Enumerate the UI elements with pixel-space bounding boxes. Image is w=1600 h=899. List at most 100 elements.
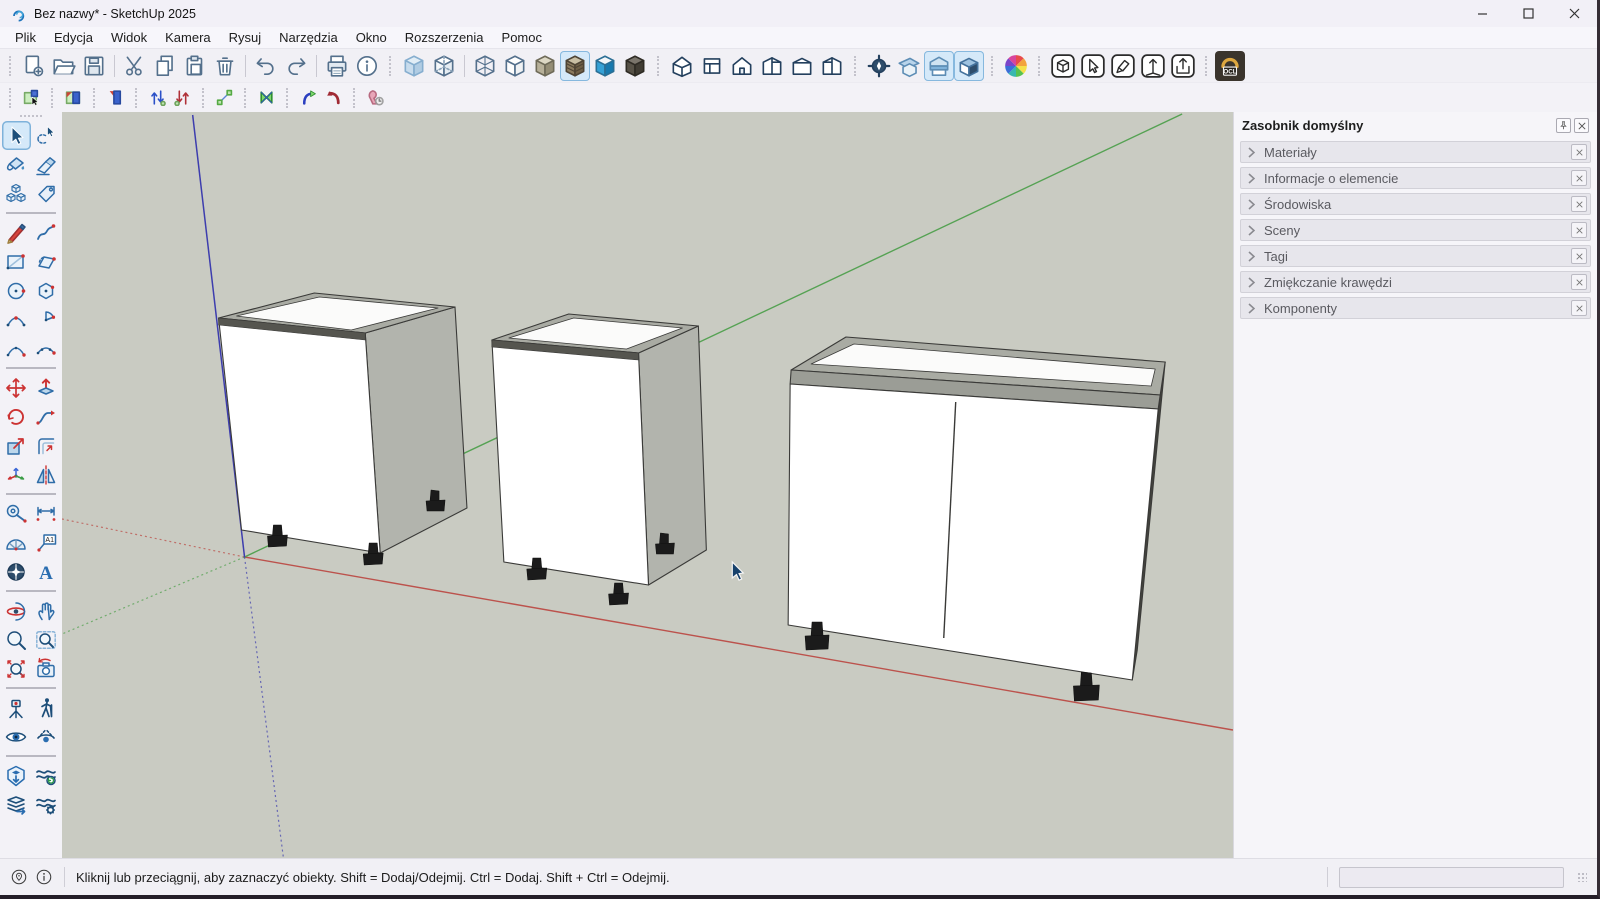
tray-section-srodowiska[interactable]: Środowiska: [1240, 193, 1591, 215]
xray-button[interactable]: [399, 51, 429, 81]
panel-side-button[interactable]: [103, 86, 128, 110]
polygon-tool-button[interactable]: [32, 276, 61, 305]
menu-edycja[interactable]: Edycja: [45, 29, 102, 46]
tray-section-informacje[interactable]: Informacje o elemencie: [1240, 167, 1591, 189]
cabinet-2[interactable]: [492, 314, 706, 605]
wireframe-button[interactable]: [470, 51, 500, 81]
menu-widok[interactable]: Widok: [102, 29, 156, 46]
delete-button[interactable]: [210, 51, 240, 81]
follow-me-tool-button[interactable]: [32, 402, 61, 431]
make-component-tool-button[interactable]: [2, 179, 31, 208]
toolbar-grip[interactable]: [244, 88, 249, 108]
model-info-status-icon[interactable]: [35, 868, 53, 886]
toolbar-grip[interactable]: [51, 88, 56, 108]
look-around-tool-button[interactable]: [2, 722, 31, 751]
move-tool-button[interactable]: [2, 373, 31, 402]
3d-warehouse-tool-button[interactable]: [2, 761, 31, 790]
opencutlist-button[interactable]: OCL: [1215, 51, 1245, 81]
palette-grip[interactable]: [20, 115, 42, 119]
dark-textured-button[interactable]: [620, 51, 650, 81]
tray-section-tagi[interactable]: Tagi: [1240, 245, 1591, 267]
two-point-arc-tool-button[interactable]: [2, 305, 31, 334]
circle-tool-button[interactable]: [2, 276, 31, 305]
toolbar-grip[interactable]: [657, 56, 662, 76]
left-view-button[interactable]: [817, 51, 847, 81]
color-wheel-button[interactable]: [1001, 51, 1031, 81]
open-button[interactable]: [49, 51, 79, 81]
resize-grip[interactable]: [1577, 872, 1587, 882]
toolbar-grip[interactable]: [991, 56, 996, 76]
tray-close-button[interactable]: [1574, 118, 1589, 133]
rotated-rectangle-tool-button[interactable]: [32, 247, 61, 276]
measurements-input[interactable]: [1339, 867, 1564, 888]
toolbar-grip[interactable]: [9, 56, 14, 76]
toolbar-grip[interactable]: [854, 56, 859, 76]
walk-tool-button[interactable]: [32, 693, 61, 722]
scale-tool-button[interactable]: [2, 431, 31, 460]
model-info-button[interactable]: [352, 51, 382, 81]
zoom-tool-button[interactable]: [2, 625, 31, 654]
tray-pin-button[interactable]: [1556, 118, 1571, 133]
toolbar-grip[interactable]: [135, 88, 140, 108]
rectangle-tool-button[interactable]: [2, 247, 31, 276]
new-button[interactable]: [19, 51, 49, 81]
box-edit-button[interactable]: [1048, 51, 1078, 81]
toolbar-grip[interactable]: [202, 88, 207, 108]
toolbar-grip[interactable]: [353, 88, 358, 108]
offset-tool-button[interactable]: [32, 431, 61, 460]
iso-view-button[interactable]: [667, 51, 697, 81]
diagonal-points-button[interactable]: [212, 86, 237, 110]
section-close-button[interactable]: [1571, 196, 1587, 212]
menu-pomoc[interactable]: Pomoc: [493, 29, 551, 46]
shaded-textures-button[interactable]: [560, 51, 590, 81]
top-view-button[interactable]: [697, 51, 727, 81]
viewport[interactable]: [62, 112, 1233, 858]
geolocation-icon[interactable]: [10, 868, 28, 886]
select-arrow-button[interactable]: [1078, 51, 1108, 81]
tray-section-sceny[interactable]: Sceny: [1240, 219, 1591, 241]
monochrome-button[interactable]: [590, 51, 620, 81]
select-tool-button[interactable]: [2, 121, 31, 150]
line-tool-button[interactable]: [2, 218, 31, 247]
section-close-button[interactable]: [1571, 300, 1587, 316]
toolbar-grip[interactable]: [9, 88, 14, 108]
paint-swatch-button[interactable]: [1108, 51, 1138, 81]
undo-button[interactable]: [251, 51, 281, 81]
lasso-tool-button[interactable]: [32, 121, 61, 150]
field-of-view-tool-button[interactable]: [32, 722, 61, 751]
back-edges-button[interactable]: [429, 51, 459, 81]
three-point-arc-tool-button[interactable]: [32, 334, 61, 363]
position-camera-tool-button[interactable]: [2, 693, 31, 722]
axes-star-tool-button[interactable]: [2, 460, 31, 489]
close-button[interactable]: [1551, 0, 1597, 27]
extension-manager-tool-button[interactable]: [32, 790, 61, 819]
paste-button[interactable]: [180, 51, 210, 81]
tray-section-materialy[interactable]: Materiały: [1240, 141, 1591, 163]
toolbar-grip[interactable]: [1038, 56, 1043, 76]
copy-button[interactable]: [150, 51, 180, 81]
maximize-button[interactable]: [1505, 0, 1551, 27]
display-section-cuts-button[interactable]: [954, 51, 984, 81]
curve-blue-button[interactable]: [296, 86, 321, 110]
tag-tool-button[interactable]: [32, 179, 61, 208]
section-close-button[interactable]: [1571, 170, 1587, 186]
zoom-window-tool-button[interactable]: [32, 625, 61, 654]
toolbar-grip[interactable]: [286, 88, 291, 108]
tray-section-komponenty[interactable]: Komponenty: [1240, 297, 1591, 319]
menu-kamera[interactable]: Kamera: [156, 29, 220, 46]
export-share-button[interactable]: [1168, 51, 1198, 81]
front-view-button[interactable]: [727, 51, 757, 81]
pie-tool-button[interactable]: [32, 305, 61, 334]
rotate-tool-button[interactable]: [2, 402, 31, 431]
share-model-tool-button[interactable]: [2, 790, 31, 819]
tape-measure-tool-button[interactable]: [2, 499, 31, 528]
menu-narzedzia[interactable]: Narzędzia: [270, 29, 347, 46]
arrows-up-down-red-button[interactable]: [170, 86, 195, 110]
display-section-planes-button[interactable]: [924, 51, 954, 81]
flip-along-tool-button[interactable]: [32, 460, 61, 489]
flatten-x-button[interactable]: [254, 86, 279, 110]
minimize-button[interactable]: [1459, 0, 1505, 27]
section-close-button[interactable]: [1571, 248, 1587, 264]
menu-okno[interactable]: Okno: [347, 29, 396, 46]
arrows-up-down-blue-button[interactable]: [145, 86, 170, 110]
